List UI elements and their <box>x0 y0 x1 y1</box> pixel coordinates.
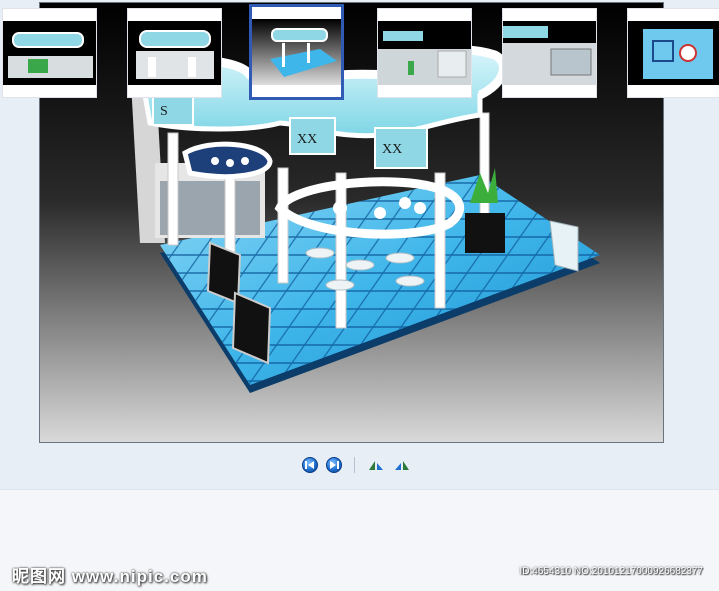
thumbnail-1[interactable] <box>2 8 97 98</box>
first-image-icon[interactable] <box>302 457 318 473</box>
thumbnail-6[interactable] <box>627 8 719 98</box>
site-watermark: 昵图网 www.nipic.com <box>12 567 208 586</box>
svg-text:XX: XX <box>382 142 402 157</box>
rotate-right-icon[interactable] <box>393 458 411 472</box>
rotate-left-icon[interactable] <box>367 458 385 472</box>
control-divider <box>354 457 355 473</box>
thumbnail-4[interactable] <box>377 8 472 98</box>
svg-text:S: S <box>160 104 168 119</box>
svg-text:XX: XX <box>297 132 317 147</box>
thumbnail-3[interactable] <box>249 4 344 100</box>
image-navigation-controls <box>302 455 411 475</box>
thumbnail-5[interactable] <box>502 8 597 98</box>
thumbnail-2[interactable] <box>127 8 222 98</box>
next-image-icon[interactable] <box>326 457 342 473</box>
image-id-watermark: ID:4654310 NO:20101217000926682377 <box>519 566 704 577</box>
